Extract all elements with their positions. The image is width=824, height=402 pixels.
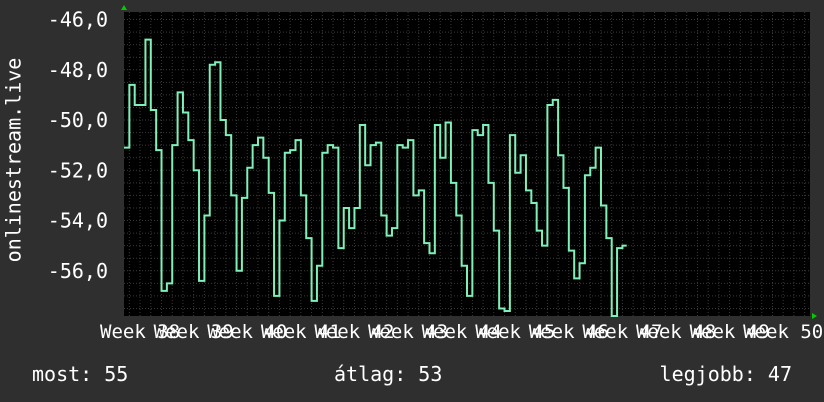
y-tick-label: -56,0 — [48, 259, 108, 283]
y-axis-label: onlinestream.live — [1, 0, 26, 320]
footer-best-value: legjobb: 47 — [659, 362, 792, 386]
y-tick-label: -54,0 — [48, 209, 108, 233]
footer-current-value: most: 55 — [32, 362, 129, 386]
footer-average-value: átlag: 53 — [334, 362, 443, 386]
x-axis-arrow — [812, 313, 817, 319]
y-tick-label: -46,0 — [48, 8, 108, 32]
y-tick-label: -50,0 — [48, 108, 108, 132]
x-tick-label: Week 50 — [743, 321, 823, 343]
y-axis-label-text: onlinestream.live — [1, 57, 26, 263]
y-axis-arrow — [121, 5, 127, 10]
y-tick-label: -48,0 — [48, 58, 108, 82]
line-chart: -46,0-48,0-50,0-52,0-54,0-56,0Week 38Wee… — [48, 5, 823, 343]
y-tick-label: -52,0 — [48, 158, 108, 182]
chart-frame: -46,0 -48,0 -50,0 -52,0 -54,0 -56,0 Week 38 Wee… — [0, 0, 824, 402]
